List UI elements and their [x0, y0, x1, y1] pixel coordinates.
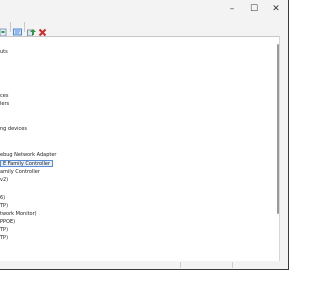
- minimize-button[interactable]: –: [221, 0, 243, 18]
- tree-item[interactable]: PPOE): [0, 219, 15, 226]
- tree-item[interactable]: TP): [0, 227, 8, 234]
- tree-item[interactable]: amily Controller: [0, 169, 40, 176]
- vertical-scrollbar[interactable]: [277, 44, 279, 214]
- status-bar: [0, 261, 288, 269]
- tree-item[interactable]: v2): [0, 177, 8, 184]
- status-divider: [180, 262, 181, 268]
- tree-item[interactable]: twork Monitor): [0, 211, 37, 218]
- device-tree[interactable]: uts ces lers ng devices ebug Network Ada…: [0, 36, 280, 261]
- toolbar-separator: [24, 22, 25, 32]
- tree-item[interactable]: TP): [0, 203, 8, 210]
- tree-item-selected[interactable]: E Family Controller: [0, 160, 54, 167]
- status-divider: [232, 262, 233, 268]
- maximize-button[interactable]: ☐: [243, 0, 265, 18]
- tree-item[interactable]: ng devices: [0, 126, 27, 133]
- tree-item[interactable]: uts: [0, 49, 8, 56]
- title-bar: – ☐ ✕: [0, 0, 288, 18]
- tree-item[interactable]: 6): [0, 195, 5, 202]
- tree-item[interactable]: TP): [0, 235, 8, 242]
- toolbar-separator: [10, 22, 11, 32]
- tree-item[interactable]: lers: [0, 101, 9, 108]
- toolbar: [0, 18, 288, 37]
- tree-item[interactable]: ebug Network Adapter: [0, 152, 56, 159]
- device-manager-window: – ☐ ✕ uts ces lers ng devices ebug Netwo…: [0, 0, 289, 270]
- close-button[interactable]: ✕: [265, 0, 287, 18]
- tree-item[interactable]: ces: [0, 93, 8, 100]
